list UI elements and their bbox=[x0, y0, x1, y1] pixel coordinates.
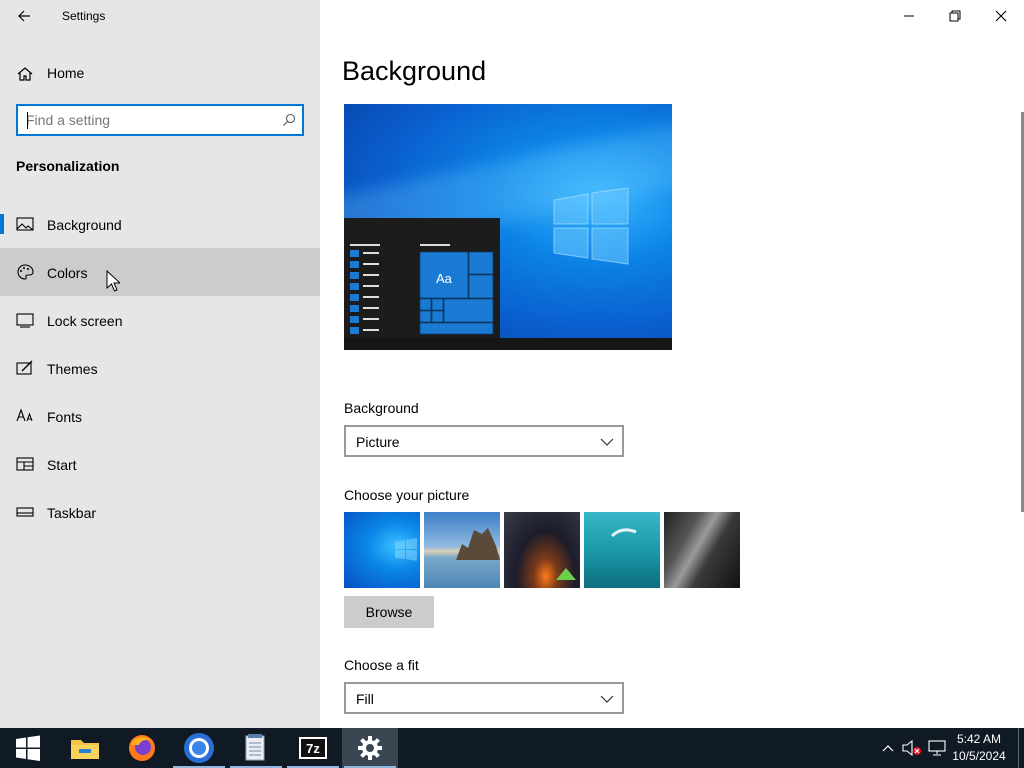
minimize-icon bbox=[904, 15, 914, 17]
volume-muted-icon bbox=[902, 740, 921, 756]
system-clock[interactable]: 5:42 AM 10/5/2024 bbox=[944, 731, 1014, 765]
chevron-down-icon bbox=[600, 695, 614, 703]
taskbar-icon bbox=[16, 507, 34, 517]
mouse-cursor-icon bbox=[106, 270, 120, 292]
home-nav-item[interactable]: Home bbox=[0, 56, 320, 90]
sidebar-item-label: Taskbar bbox=[47, 505, 97, 521]
lock-screen-icon bbox=[16, 313, 34, 328]
start-button[interactable] bbox=[0, 728, 56, 768]
notepad-icon bbox=[245, 734, 265, 761]
taskbar-7zip[interactable]: 7z bbox=[285, 728, 341, 768]
7zip-icon: 7z bbox=[299, 737, 327, 759]
search-icon[interactable] bbox=[282, 113, 296, 127]
text-caret bbox=[27, 112, 28, 129]
title-bar-left: Settings bbox=[0, 0, 320, 32]
taskbar-notepad[interactable] bbox=[228, 728, 284, 768]
swimmer bbox=[610, 528, 637, 538]
picture-icon bbox=[16, 217, 34, 231]
sidebar-item-label: Fonts bbox=[47, 409, 83, 425]
show-hidden-icons-button[interactable] bbox=[878, 728, 898, 768]
sidebar-item-themes[interactable]: Themes bbox=[0, 344, 320, 392]
palette-icon bbox=[17, 264, 34, 280]
sidebar-item-taskbar[interactable]: Taskbar bbox=[0, 488, 320, 536]
search-input[interactable] bbox=[26, 111, 266, 129]
choose-fit-label: Choose a fit bbox=[344, 657, 419, 673]
browse-button[interactable]: Browse bbox=[344, 596, 434, 628]
picture-thumbnail-windows[interactable] bbox=[344, 512, 420, 588]
sidebar-item-background[interactable]: Background bbox=[0, 200, 320, 248]
sidebar-item-label: Lock screen bbox=[47, 313, 123, 329]
picture-thumbnail-cliff[interactable] bbox=[664, 512, 740, 588]
svg-text:7z: 7z bbox=[306, 741, 320, 756]
taskbar-settings[interactable] bbox=[342, 728, 398, 768]
taskbar-file-explorer[interactable] bbox=[57, 728, 113, 768]
start-menu-tiles bbox=[350, 244, 494, 335]
picture-thumbnail-night-sky[interactable] bbox=[504, 512, 580, 588]
taskbar-firefox[interactable] bbox=[114, 728, 170, 768]
background-dropdown-value: Picture bbox=[356, 434, 400, 450]
close-button[interactable] bbox=[978, 0, 1024, 32]
home-icon bbox=[17, 67, 33, 81]
restore-button[interactable] bbox=[932, 0, 978, 32]
rock-formation bbox=[456, 528, 500, 560]
taskbar: 7z 5:42 AM 10/5/2024 bbox=[0, 728, 1024, 768]
chevron-up-icon bbox=[882, 745, 894, 752]
volume-button[interactable] bbox=[900, 728, 924, 768]
sidebar: Settings Home Personalization Background… bbox=[0, 0, 320, 728]
fit-dropdown-value: Fill bbox=[356, 691, 374, 707]
clock-time: 5:42 AM bbox=[956, 732, 1002, 746]
firefox-icon bbox=[129, 735, 155, 761]
background-dropdown[interactable]: Picture bbox=[344, 425, 624, 457]
page-title: Background bbox=[342, 56, 487, 86]
sidebar-item-label: Colors bbox=[47, 265, 88, 281]
nav-list: Background Colors Lock screen Themes Fon… bbox=[0, 200, 320, 536]
sidebar-item-colors[interactable]: Colors bbox=[0, 248, 320, 296]
back-button[interactable] bbox=[8, 0, 40, 32]
folder-icon bbox=[71, 740, 99, 759]
sidebar-item-fonts[interactable]: Fonts bbox=[0, 392, 320, 440]
desktop-preview: Aa bbox=[344, 104, 672, 350]
clock-date: 10/5/2024 bbox=[952, 749, 1006, 763]
sidebar-item-label: Start bbox=[47, 457, 77, 473]
show-desktop-button[interactable] bbox=[1018, 728, 1024, 768]
themes-icon bbox=[16, 360, 33, 375]
picture-thumbnails bbox=[344, 512, 740, 588]
minimize-button[interactable] bbox=[886, 0, 932, 32]
sidebar-item-lock-screen[interactable]: Lock screen bbox=[0, 296, 320, 344]
sidebar-item-start[interactable]: Start bbox=[0, 440, 320, 488]
search-box[interactable] bbox=[16, 104, 304, 136]
picture-thumbnail-beach[interactable] bbox=[424, 512, 500, 588]
restore-icon bbox=[949, 10, 961, 22]
taskbar-chrome[interactable] bbox=[171, 728, 227, 768]
start-icon bbox=[16, 457, 34, 471]
section-title: Personalization bbox=[16, 158, 120, 174]
sidebar-item-label: Background bbox=[47, 217, 122, 233]
choose-picture-label: Choose your picture bbox=[344, 487, 470, 503]
back-arrow-icon bbox=[18, 10, 30, 22]
gear-icon bbox=[358, 736, 382, 760]
fit-dropdown[interactable]: Fill bbox=[344, 682, 624, 714]
picture-thumbnail-underwater[interactable] bbox=[584, 512, 660, 588]
tent-glow bbox=[556, 568, 576, 580]
windows-logo-thumb bbox=[395, 538, 417, 561]
preview-taskbar bbox=[344, 338, 672, 350]
fonts-icon bbox=[16, 408, 33, 422]
background-label: Background bbox=[344, 400, 419, 416]
start-menu-preview: Aa bbox=[344, 218, 500, 338]
sidebar-item-label: Themes bbox=[47, 361, 98, 377]
windows-start-icon bbox=[16, 735, 40, 761]
home-label: Home bbox=[47, 65, 85, 81]
windows-logo-glow bbox=[553, 188, 629, 265]
app-title: Settings bbox=[62, 9, 106, 23]
chrome-icon bbox=[184, 733, 214, 763]
close-icon bbox=[995, 10, 1007, 22]
main-content: Background Aa Background Picture Choose … bbox=[320, 0, 1024, 728]
preview-tile-text: Aa bbox=[436, 271, 452, 286]
chevron-down-icon bbox=[600, 438, 614, 446]
